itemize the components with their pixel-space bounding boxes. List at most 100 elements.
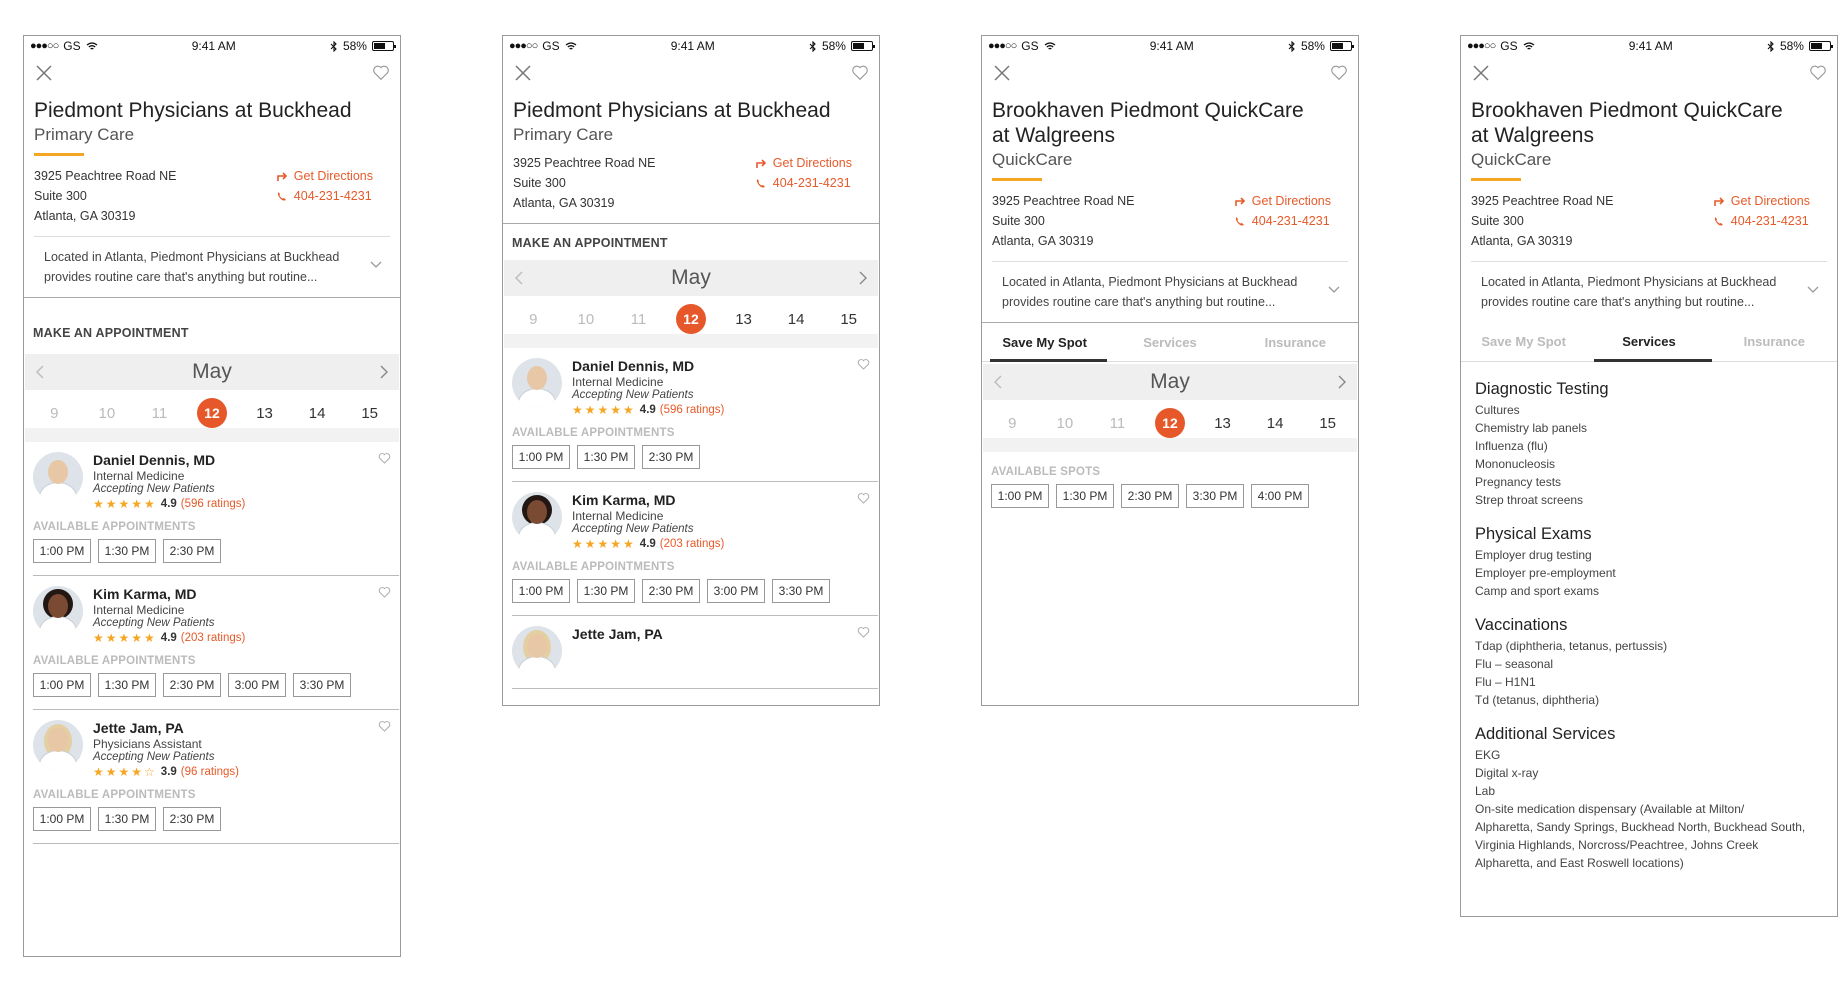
ratings-count-link[interactable]: (203 ratings)	[181, 632, 246, 644]
heart-icon[interactable]	[378, 720, 391, 733]
close-icon[interactable]	[34, 63, 54, 83]
time-slot-button[interactable]: 1:00 PM	[33, 673, 91, 697]
provider-info: Daniel Dennis, MD Internal Medicine Accept…	[93, 452, 245, 511]
get-directions-link[interactable]: Get Directions	[1713, 191, 1810, 211]
description-expander[interactable]: Located in Atlanta, Piedmont Physicians …	[992, 261, 1348, 322]
provider-name[interactable]: Daniel Dennis, MD	[572, 358, 724, 374]
heart-icon[interactable]	[857, 358, 870, 371]
time-slot-button[interactable]: 1:00 PM	[33, 807, 91, 831]
ratings-count-link[interactable]: (596 ratings)	[181, 498, 246, 510]
heart-icon[interactable]	[857, 626, 870, 639]
time-slot-button[interactable]: 1:30 PM	[98, 673, 156, 697]
service-item: Td (tetanus, diphtheria)	[1475, 693, 1600, 707]
carrier: GS	[1500, 39, 1518, 53]
get-directions-link[interactable]: Get Directions	[755, 153, 852, 173]
ratings-count-link[interactable]: (96 ratings)	[181, 766, 239, 778]
carrier: GS	[542, 39, 560, 53]
phone-link[interactable]: 404-231-4231	[276, 186, 373, 206]
chevron-left-icon[interactable]	[993, 375, 1003, 389]
provider-name[interactable]: Jette Jam, PA	[572, 626, 663, 642]
time-slot-button[interactable]: 2:30 PM	[163, 673, 221, 697]
favorite-heart-icon[interactable]	[1809, 64, 1827, 82]
address-block: 3925 Peachtree Road NE Suite 300 Atlanta…	[503, 153, 879, 213]
description-line-2: provides routine care that's anything bu…	[1002, 295, 1276, 309]
time-slot-button[interactable]: 1:00 PM	[512, 579, 570, 603]
time-slot-button[interactable]: 2:30 PM	[163, 539, 221, 563]
ratings-count-link[interactable]: (203 ratings)	[660, 538, 725, 550]
provider-card[interactable]: Daniel Dennis, MD Internal Medicine Accept…	[33, 442, 399, 576]
tab-insurance[interactable]: Insurance	[1712, 322, 1837, 361]
get-directions-link[interactable]: Get Directions	[276, 166, 373, 186]
provider-card[interactable]: Kim Karma, MD Internal Medicine Accepting …	[512, 482, 878, 616]
time-slot-button[interactable]: 2:30 PM	[642, 579, 700, 603]
provider-card[interactable]: Jette Jam, PA Physicians Assistant Accepti…	[33, 710, 399, 844]
day-number: 11	[1109, 414, 1126, 432]
time-slot-button[interactable]: 3:30 PM	[772, 579, 830, 603]
time-slot-button[interactable]: 2:30 PM	[642, 445, 700, 469]
close-icon[interactable]	[513, 63, 533, 83]
clock: 9:41 AM	[191, 39, 236, 53]
heart-icon[interactable]	[857, 492, 870, 505]
chevron-right-icon[interactable]	[379, 365, 389, 379]
avatar	[33, 586, 83, 636]
directions-icon	[276, 172, 287, 181]
provider-card[interactable]: Jette Jam, PA	[512, 616, 878, 689]
time-slot-button[interactable]: 4:00 PM	[1251, 484, 1309, 508]
favorite-heart-icon[interactable]	[372, 64, 390, 82]
description-expander[interactable]: Located in Atlanta, Piedmont Physicians …	[34, 236, 390, 297]
phone-link[interactable]: 404-231-4231	[755, 173, 852, 193]
get-directions-link[interactable]: Get Directions	[1234, 191, 1331, 211]
ratings-count-link[interactable]: (596 ratings)	[660, 404, 725, 416]
time-slot-button[interactable]: 3:30 PM	[1186, 484, 1244, 508]
close-icon[interactable]	[992, 63, 1012, 83]
day-number: 9	[529, 310, 538, 328]
accepting-patients: Accepting New Patients	[572, 523, 694, 535]
favorite-heart-icon[interactable]	[851, 64, 869, 82]
heart-icon[interactable]	[378, 586, 391, 599]
tab-save-my-spot[interactable]: Save My Spot	[982, 323, 1108, 362]
chevron-left-icon[interactable]	[514, 271, 524, 285]
practice-type: Primary Care	[513, 125, 614, 144]
chevron-right-icon[interactable]	[858, 271, 868, 285]
provider-card[interactable]: Daniel Dennis, MD Internal Medicine Accept…	[512, 348, 878, 482]
signal-dots: ●●●○○	[1467, 40, 1496, 52]
day-name-band	[504, 334, 878, 348]
bluetooth-icon	[1288, 40, 1295, 52]
time-slot-button[interactable]: 2:30 PM	[163, 807, 221, 831]
tab-services[interactable]: Services	[1107, 323, 1232, 361]
avatar-body	[39, 750, 77, 770]
description-expander[interactable]: Located in Atlanta, Piedmont Physicians …	[1471, 261, 1827, 322]
time-slot-button[interactable]: 1:30 PM	[1056, 484, 1114, 508]
time-slot-button[interactable]: 1:00 PM	[33, 539, 91, 563]
time-slot-button[interactable]: 1:30 PM	[98, 539, 156, 563]
favorite-heart-icon[interactable]	[1330, 64, 1348, 82]
tab-services[interactable]: Services	[1586, 322, 1712, 362]
provider-name[interactable]: Kim Karma, MD	[93, 586, 245, 602]
time-slot-button[interactable]: 1:00 PM	[991, 484, 1049, 508]
chevron-left-icon[interactable]	[35, 365, 45, 379]
time-slot-button[interactable]: 1:30 PM	[577, 579, 635, 603]
provider-rating: ★★★★☆ 3.9 (96 ratings)	[93, 765, 239, 779]
carrier: GS	[63, 39, 81, 53]
time-slot-button[interactable]: 2:30 PM	[1121, 484, 1179, 508]
tab-insurance[interactable]: Insurance	[1233, 323, 1358, 361]
provider-name[interactable]: Kim Karma, MD	[572, 492, 724, 508]
phone-link[interactable]: 404-231-4231	[1234, 211, 1331, 231]
chevron-right-icon[interactable]	[1337, 375, 1347, 389]
tab-save-my-spot[interactable]: Save My Spot	[1461, 322, 1586, 361]
address-block: 3925 Peachtree Road NE Suite 300 Atlanta…	[24, 166, 400, 226]
provider-name[interactable]: Jette Jam, PA	[93, 720, 239, 736]
close-icon[interactable]	[1471, 63, 1491, 83]
time-slot-button[interactable]: 1:30 PM	[98, 807, 156, 831]
time-slot-button[interactable]: 1:30 PM	[577, 445, 635, 469]
time-slot-button[interactable]: 3:00 PM	[228, 673, 286, 697]
phone-link[interactable]: 404-231-4231	[1713, 211, 1810, 231]
available-appointments-heading: AVAILABLE APPOINTMENTS	[512, 427, 675, 439]
time-slot-button[interactable]: 3:00 PM	[707, 579, 765, 603]
time-slot-button[interactable]: 3:30 PM	[293, 673, 351, 697]
provider-card[interactable]: Kim Karma, MD Internal Medicine Accepting …	[33, 576, 399, 710]
time-slot-button[interactable]: 1:00 PM	[512, 445, 570, 469]
provider-name[interactable]: Daniel Dennis, MD	[93, 452, 245, 468]
heart-icon[interactable]	[378, 452, 391, 465]
provider-row: Jette Jam, PA	[512, 626, 878, 676]
